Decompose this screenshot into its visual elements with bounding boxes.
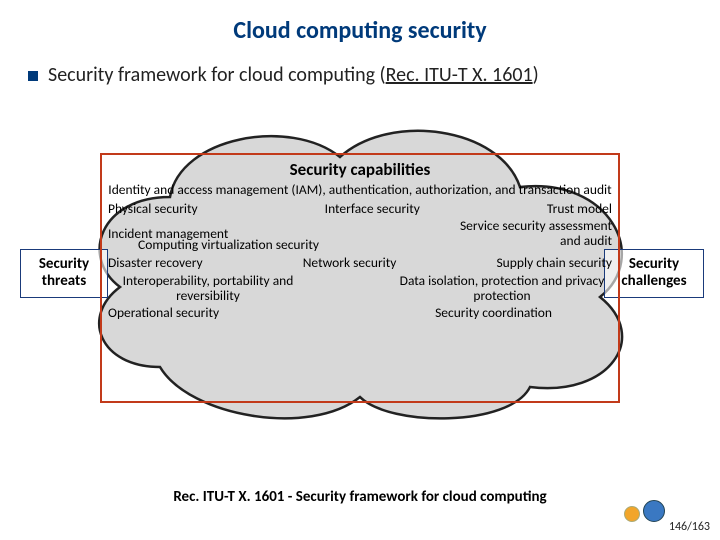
- item-interface: Interface security: [325, 202, 420, 217]
- bullet-square-icon: [28, 71, 38, 81]
- item-physical: Physical security: [108, 202, 198, 217]
- diagram-container: Security threats Security challenges Sec…: [20, 107, 700, 447]
- item-isolation: Data isolation, protection and privacy p…: [392, 274, 612, 304]
- item-coord: Security coordination: [435, 306, 552, 321]
- bullet-pre: Security framework for cloud computing (: [48, 63, 386, 87]
- figure-caption: Rec. ITU-T X. 1601 - Security framework …: [0, 488, 720, 506]
- page-number: 146/163: [669, 520, 710, 534]
- item-supply: Supply chain security: [496, 256, 612, 271]
- logo-circle-icon: [624, 506, 640, 522]
- security-threats-box: Security threats: [20, 249, 108, 298]
- item-operational: Operational security: [108, 306, 219, 321]
- itu-logo: [624, 492, 672, 522]
- slide-title: Cloud computing security: [0, 0, 720, 45]
- item-interop: Interoperability, portability and revers…: [108, 274, 308, 304]
- item-disaster: Disaster recovery: [108, 256, 203, 271]
- capabilities-subtitle: Identity and access management (IAM), au…: [108, 182, 612, 198]
- capabilities-title: Security capabilities: [108, 159, 612, 180]
- logo-globe-icon: [643, 500, 665, 522]
- reference-link: Rec. ITU-T X. 1601: [386, 63, 533, 87]
- bullet-post: ): [533, 63, 539, 87]
- item-network: Network security: [303, 256, 397, 271]
- item-trust: Trust model: [547, 202, 612, 217]
- item-service-audit: Service security assessment and audit: [452, 219, 612, 249]
- bullet-text: Security framework for cloud computing (…: [48, 63, 539, 87]
- item-virt: Computing virtualization security: [138, 238, 319, 253]
- capabilities-grid: Physical security Interface security Tru…: [108, 202, 612, 322]
- capabilities-box: Security capabilities Identity and acces…: [100, 153, 620, 403]
- bullet-item: Security framework for cloud computing (…: [0, 45, 720, 87]
